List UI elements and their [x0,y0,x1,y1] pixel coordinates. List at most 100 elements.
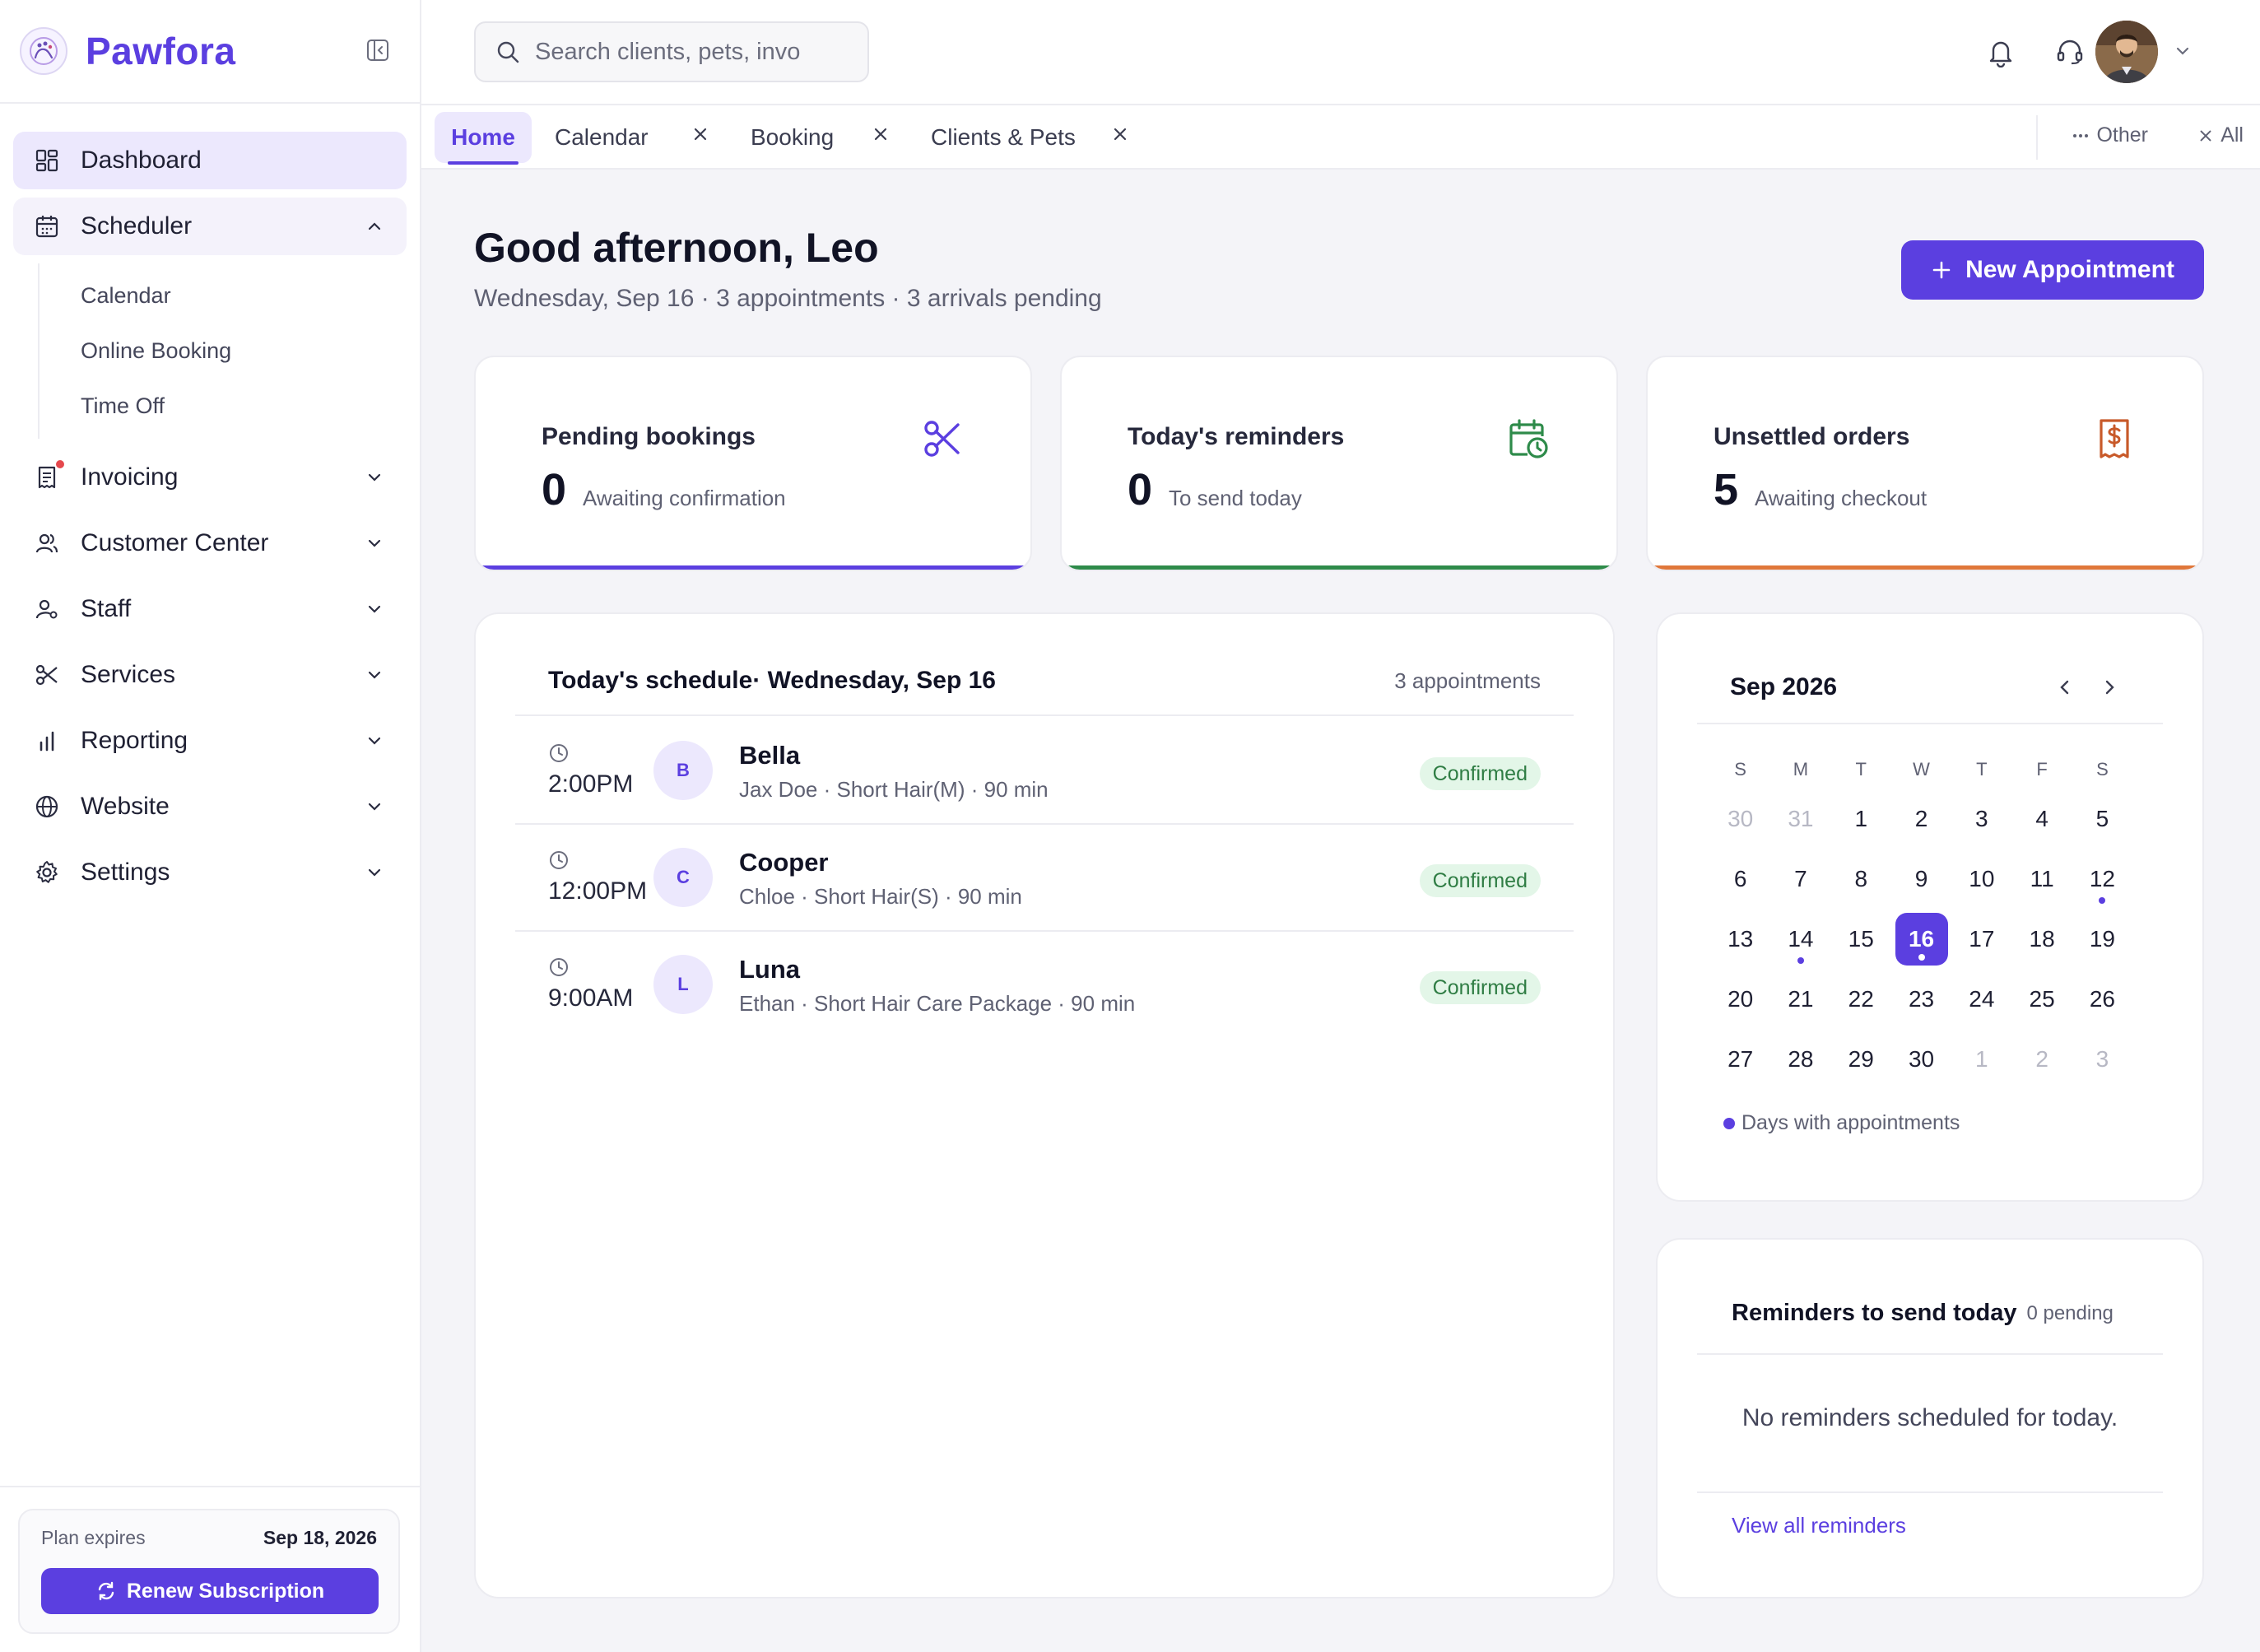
calendar-day[interactable]: 28 [1770,1029,1830,1089]
search-box[interactable] [474,21,869,82]
tab-clients-pets[interactable]: Clients & Pets [931,112,1076,163]
calendar-grid: S M T W T F S 30 31 1 2 3 4 5 6 7 8 9 10 11 12 13 14 15 16 17 18 19… [1710,754,2153,1089]
calendar-day[interactable]: 21 [1770,969,1830,1029]
view-all-reminders-link[interactable]: View all reminders [1732,1513,1906,1538]
sidebar-subitem-online-booking[interactable]: Online Booking [81,323,407,379]
calendar-day[interactable]: 13 [1710,909,1770,969]
sidebar-item-staff[interactable]: Staff [13,580,407,638]
calendar-day[interactable]: 17 [1951,909,2011,969]
calendar-day[interactable]: 26 [2072,969,2132,1029]
calendar-day[interactable]: 15 [1831,909,1891,969]
calendar-day[interactable]: 2 [1891,789,1951,849]
calendar-day[interactable]: 2 [2011,1029,2072,1089]
refresh-icon [98,1581,114,1601]
appointment-dot-icon [1918,954,1925,961]
pet-avatar: L [653,955,713,1014]
dashboard-icon [33,147,61,175]
calendar-day[interactable]: 10 [1951,849,2011,909]
close-all-tabs-button[interactable]: All [2197,123,2244,147]
headset-icon[interactable] [2054,36,2086,67]
calendar-day[interactable]: 11 [2011,849,2072,909]
sidebar-item-label: Scheduler [81,212,193,240]
calendar-day-number: 15 [1848,925,1874,952]
avatar[interactable] [2095,21,2158,83]
calendar-day[interactable]: 24 [1951,969,2011,1029]
chevron-down-icon [368,473,381,482]
calendar-day[interactable]: 4 [2011,789,2072,849]
calendar-day[interactable]: 9 [1891,849,1951,909]
stat-card-todays-reminders[interactable]: Today's reminders 0 To send today [1060,356,1618,571]
calendar-day[interactable]: 1 [1951,1029,2011,1089]
calendar-day[interactable]: 23 [1891,969,1951,1029]
calendar-day[interactable]: 20 [1710,969,1770,1029]
schedule-title: Today's schedule· Wednesday, Sep 16 [548,667,996,694]
sidebar-item-reporting[interactable]: Reporting [13,712,407,770]
globe-icon [33,793,61,821]
chevron-right-icon[interactable] [2099,677,2120,698]
sidebar-item-scheduler[interactable]: Scheduler [13,198,407,255]
close-icon[interactable] [691,125,709,143]
calendar-day[interactable]: 12 [2072,849,2132,909]
other-tabs-button[interactable]: Other [2072,123,2148,147]
sidebar-item-services[interactable]: Services [13,646,407,704]
close-icon[interactable] [1111,125,1129,143]
sidebar-item-label: Staff [81,595,132,622]
logo [20,27,67,75]
appointment-row[interactable]: 2:00PM B Bella Jax Doe · Short Hair(M) ·… [515,718,1574,825]
calendar-day[interactable]: 19 [2072,909,2132,969]
chevron-down-icon[interactable] [2173,41,2193,61]
calendar-day-selected[interactable]: 16 [1891,909,1951,969]
stat-description: Awaiting confirmation [583,486,786,510]
calendar-day[interactable]: 18 [2011,909,2072,969]
chevron-left-icon[interactable] [2054,677,2076,698]
sidebar-item-label: Settings [81,859,170,886]
new-appointment-button[interactable]: New Appointment [1901,240,2204,300]
calendar-day[interactable]: 3 [1951,789,2011,849]
calendar-day[interactable]: 25 [2011,969,2072,1029]
calendar-day[interactable]: 1 [1831,789,1891,849]
stat-card-pending-bookings[interactable]: Pending bookings 0 Awaiting confirmation [474,356,1032,571]
renew-subscription-button[interactable]: Renew Subscription [41,1568,379,1614]
calendar-day[interactable]: 3 [2072,1029,2132,1089]
status-badge: Confirmed [1419,971,1541,1004]
tab-booking[interactable]: Booking [751,112,834,163]
calendar-day-number: 5 [2095,805,2109,831]
chevron-down-icon [368,803,381,811]
search-input[interactable] [535,38,864,66]
tab-home[interactable]: Home [435,112,532,165]
calendar-day[interactable]: 14 [1770,909,1830,969]
sidebar-subitem-time-off[interactable]: Time Off [81,379,407,434]
chevron-up-icon [368,222,381,230]
appointment-dot-icon [1797,957,1804,964]
weekday-label: T [1855,759,1867,779]
appointment-row[interactable]: 9:00AM L Luna Ethan · Short Hair Care Pa… [515,932,1574,1039]
sidebar-item-settings[interactable]: Settings [13,844,407,901]
calendar-legend: Days with appointments [1723,1111,1960,1135]
calendar-day[interactable]: 5 [2072,789,2132,849]
calendar-day[interactable]: 31 [1770,789,1830,849]
calendar-day[interactable]: 7 [1770,849,1830,909]
stat-description: To send today [1169,486,1302,510]
calendar-day[interactable]: 29 [1831,1029,1891,1089]
stat-card-unsettled-orders[interactable]: Unsettled orders 5 Awaiting checkout [1646,356,2204,571]
calendar-day[interactable]: 30 [1710,789,1770,849]
calendar-day[interactable]: 6 [1710,849,1770,909]
tab-calendar[interactable]: Calendar [555,112,649,163]
appointment-row[interactable]: 12:00PM C Cooper Chloe · Short Hair(S) ·… [515,825,1574,932]
calendar-day[interactable]: 30 [1891,1029,1951,1089]
calendar-day[interactable]: 8 [1831,849,1891,909]
sidebar-subitem-calendar[interactable]: Calendar [81,268,407,323]
calendar-day-number: 3 [1975,805,1988,831]
sidebar-item-website[interactable]: Website [13,778,407,835]
scissors-icon [924,421,960,457]
calendar-day-number: 13 [1728,925,1754,952]
sidebar-item-customer-center[interactable]: Customer Center [13,514,407,572]
bell-icon[interactable] [1985,36,2016,67]
collapse-sidebar-icon[interactable] [365,38,390,63]
calendar-day-number: 18 [2029,925,2055,952]
calendar-day[interactable]: 22 [1831,969,1891,1029]
calendar-day[interactable]: 27 [1710,1029,1770,1089]
close-icon[interactable] [872,125,890,143]
sidebar-item-invoicing[interactable]: Invoicing [13,449,407,506]
sidebar-item-dashboard[interactable]: Dashboard [13,132,407,189]
